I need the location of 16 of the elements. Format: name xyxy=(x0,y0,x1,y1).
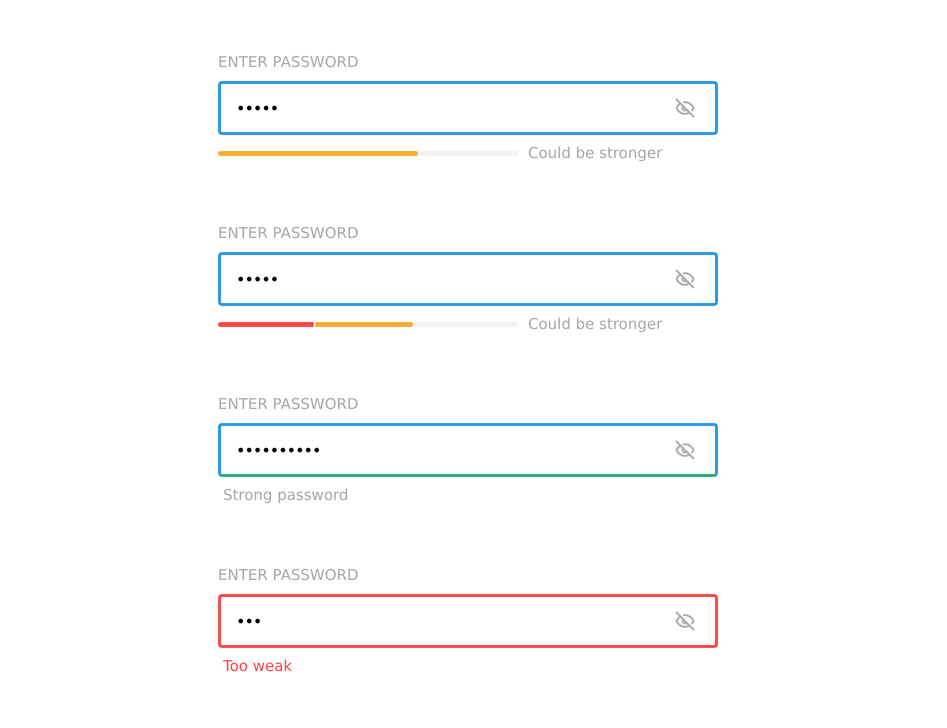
field-label: ENTER PASSWORD xyxy=(218,394,359,414)
field-label: ENTER PASSWORD xyxy=(218,223,359,243)
password-field[interactable]: •••••••••• xyxy=(218,423,718,477)
password-field[interactable]: ••• xyxy=(218,594,718,648)
strength-message: Could be stronger xyxy=(528,143,662,163)
hide-password-icon[interactable] xyxy=(675,611,695,631)
strength-message: Could be stronger xyxy=(528,314,662,334)
password-field[interactable]: ••••• xyxy=(218,252,718,306)
strength-message: Too weak xyxy=(223,656,292,676)
hide-password-icon[interactable] xyxy=(675,98,695,118)
field-label: ENTER PASSWORD xyxy=(218,52,359,72)
strength-message: Strong password xyxy=(223,485,348,505)
hide-password-icon[interactable] xyxy=(675,440,695,460)
field-label: ENTER PASSWORD xyxy=(218,565,359,585)
hide-password-icon[interactable] xyxy=(675,269,695,289)
password-field[interactable]: ••••• xyxy=(218,81,718,135)
